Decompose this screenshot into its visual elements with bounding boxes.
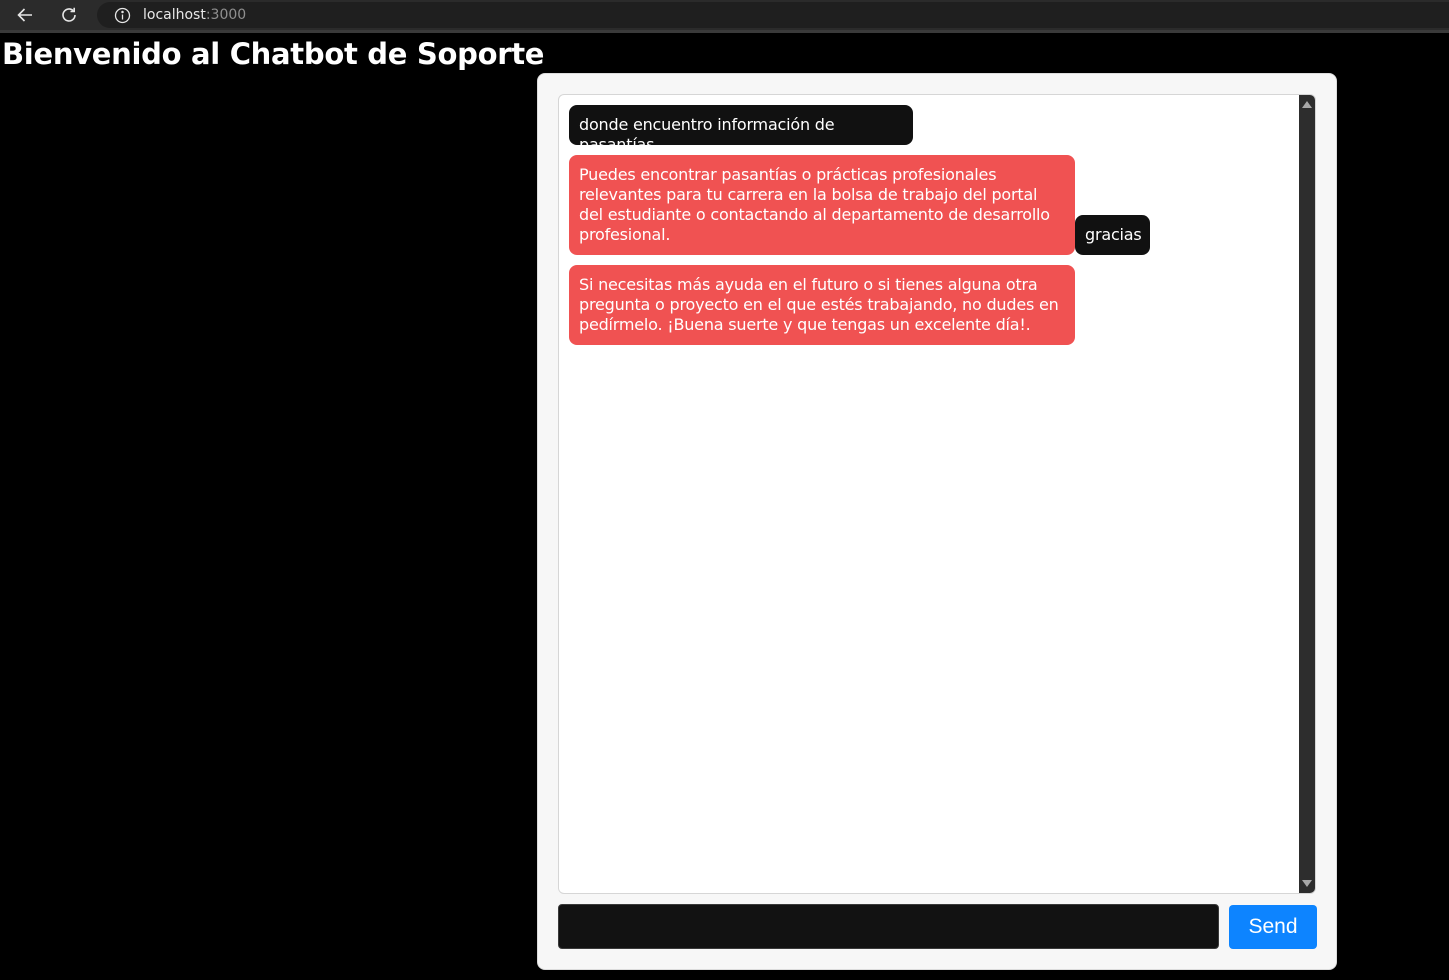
- user-message: donde encuentro información de pasantías: [569, 105, 913, 154]
- info-icon[interactable]: [114, 7, 131, 24]
- address-bar[interactable]: localhost:3000: [97, 2, 1449, 28]
- reload-icon: [62, 7, 76, 22]
- bot-message: Puedes encontrar pasantías o prácticas p…: [569, 155, 1075, 255]
- scroll-up-arrow-icon[interactable]: [1302, 101, 1312, 108]
- send-button[interactable]: Send: [1229, 905, 1317, 949]
- back-button[interactable]: [12, 3, 38, 27]
- bot-message: Si necesitas más ayuda en el futuro o si…: [569, 265, 1075, 345]
- arrow-left-icon: [17, 8, 32, 22]
- url-port: :3000: [205, 7, 247, 23]
- url-text: localhost:3000: [143, 7, 246, 23]
- message-input[interactable]: [558, 904, 1219, 949]
- browser-toolbar: localhost:3000: [0, 0, 1449, 33]
- url-host: localhost: [143, 7, 206, 23]
- messages-scrollbar[interactable]: [1299, 95, 1315, 893]
- reload-button[interactable]: [56, 3, 82, 27]
- scroll-down-arrow-icon[interactable]: [1302, 880, 1312, 887]
- page-title: Bienvenido al Chatbot de Soporte: [2, 37, 545, 71]
- chat-container: donde encuentro información de pasantías…: [537, 73, 1337, 970]
- user-message: gracias: [1075, 215, 1150, 255]
- messages-panel[interactable]: donde encuentro información de pasantías…: [558, 94, 1316, 894]
